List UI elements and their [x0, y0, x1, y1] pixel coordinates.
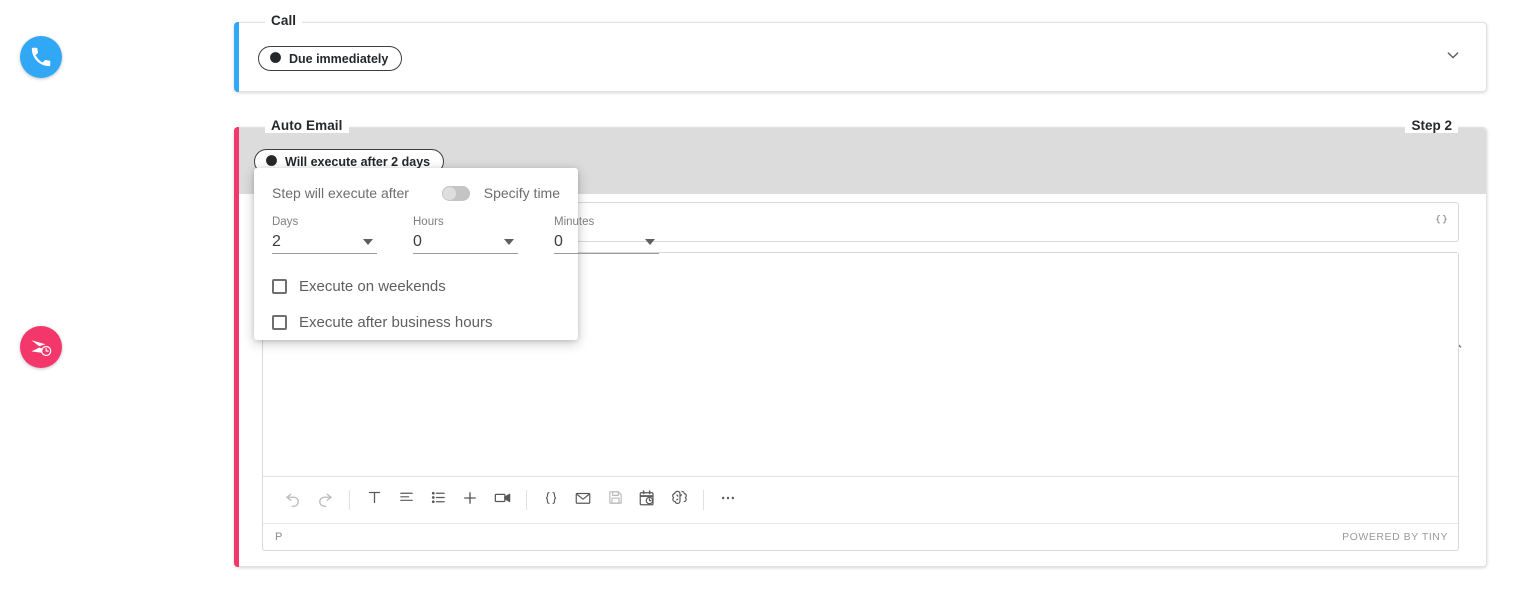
- execute-on-weekends-label: Execute on weekends: [299, 277, 446, 295]
- execute-after-business-hours-checkbox[interactable]: Execute after business hours: [272, 304, 492, 340]
- phone-icon: [30, 46, 52, 68]
- align-left-icon: [398, 489, 415, 511]
- toolbar-separator: [349, 490, 350, 510]
- schedule-button[interactable]: [631, 485, 663, 515]
- email-template-button[interactable]: [567, 485, 599, 515]
- ai-assist-button[interactable]: [663, 485, 695, 515]
- insert-button[interactable]: [454, 485, 486, 515]
- toolbar-separator: [526, 490, 527, 510]
- execute-on-weekends-checkbox[interactable]: Execute on weekends: [272, 268, 492, 304]
- hours-label: Hours: [413, 216, 444, 228]
- minutes-field: Minutes 0: [554, 216, 659, 254]
- rail-item-auto-email[interactable]: [20, 326, 62, 368]
- subject-merge-tags-button[interactable]: [1424, 203, 1458, 241]
- curly-braces-icon: [543, 490, 559, 511]
- rail-item-call[interactable]: [20, 36, 62, 78]
- dropdown-arrow-icon: [645, 238, 655, 245]
- days-field: Days 2: [272, 216, 377, 254]
- call-due-chip-label: Due immediately: [289, 51, 389, 66]
- plus-icon: [461, 489, 479, 512]
- popover-header-row: Step will execute after Specify time: [272, 182, 560, 204]
- dropdown-arrow-icon: [363, 238, 373, 245]
- call-accent-bar: [234, 22, 239, 92]
- video-camera-icon: [493, 488, 512, 512]
- specify-time-label: Specify time: [483, 185, 560, 201]
- minutes-select[interactable]: 0: [554, 230, 659, 254]
- toolbar-separator: [703, 490, 704, 510]
- chevron-down-icon: [1445, 47, 1461, 68]
- auto-email-step-legend: Auto Email: [265, 118, 349, 133]
- save-template-button[interactable]: [599, 485, 631, 515]
- dropdown-arrow-icon: [504, 238, 514, 245]
- call-step-legend: Call: [265, 13, 303, 28]
- clock-icon: [269, 51, 282, 67]
- step-card-call[interactable]: Call Due immediately: [234, 13, 1487, 92]
- hours-value: 0: [413, 232, 422, 250]
- tinymce-branding[interactable]: POWERED BY TINY: [1342, 531, 1448, 543]
- delay-options-group: Execute on weekends Execute after busine…: [272, 268, 492, 340]
- popover-title: Step will execute after: [272, 185, 409, 201]
- specify-time-toggle[interactable]: [441, 185, 470, 201]
- redo-icon: [316, 489, 334, 512]
- undo-button[interactable]: [277, 485, 309, 515]
- hours-field: Hours 0: [413, 216, 518, 254]
- days-value: 2: [272, 232, 281, 250]
- checkbox-box-icon: [272, 314, 287, 330]
- toggle-knob: [442, 186, 456, 200]
- delay-field-group: Days 2 Hours 0 Minutes 0: [272, 216, 659, 254]
- scheduled-send-icon: [29, 335, 53, 359]
- specify-time-group: Specify time: [441, 185, 560, 201]
- auto-email-step-number: Step 2: [1405, 118, 1458, 133]
- execute-after-business-hours-label: Execute after business hours: [299, 313, 493, 331]
- minutes-label: Minutes: [554, 216, 595, 228]
- auto-email-delay-chip-label: Will execute after 2 days: [285, 154, 431, 169]
- redo-button[interactable]: [309, 485, 341, 515]
- sequence-editor-page: Call Due immediately Auto Email Step 2 W…: [0, 0, 1522, 602]
- envelope-icon: [574, 489, 592, 512]
- curly-braces-icon: [1434, 213, 1449, 231]
- checkbox-box-icon: [272, 278, 287, 294]
- text-format-icon: [366, 489, 383, 511]
- merge-tags-button[interactable]: [535, 485, 567, 515]
- formats-button[interactable]: [358, 485, 390, 515]
- hours-select[interactable]: 0: [413, 230, 518, 254]
- floppy-disk-icon: [607, 489, 624, 511]
- minutes-value: 0: [554, 232, 563, 250]
- days-label: Days: [272, 216, 299, 228]
- undo-icon: [284, 489, 302, 512]
- insert-video-button[interactable]: [486, 485, 518, 515]
- step-delay-popover: Step will execute after Specify time Day…: [254, 168, 659, 340]
- days-select[interactable]: 2: [272, 230, 377, 254]
- step-type-rail: [0, 0, 82, 602]
- editor-status-bar: P POWERED BY TINY: [263, 523, 1458, 550]
- call-due-chip[interactable]: Due immediately: [258, 46, 403, 71]
- bullet-list-button[interactable]: [422, 485, 454, 515]
- brain-icon: [670, 488, 689, 512]
- more-options-button[interactable]: [712, 485, 744, 515]
- editor-element-path[interactable]: P: [275, 531, 283, 543]
- align-button[interactable]: [390, 485, 422, 515]
- editor-toolbar: [263, 476, 1458, 523]
- expand-call-step-button[interactable]: [1442, 46, 1464, 68]
- ellipsis-icon: [719, 489, 737, 512]
- calendar-clock-icon: [638, 489, 656, 512]
- bullet-list-icon: [430, 489, 447, 511]
